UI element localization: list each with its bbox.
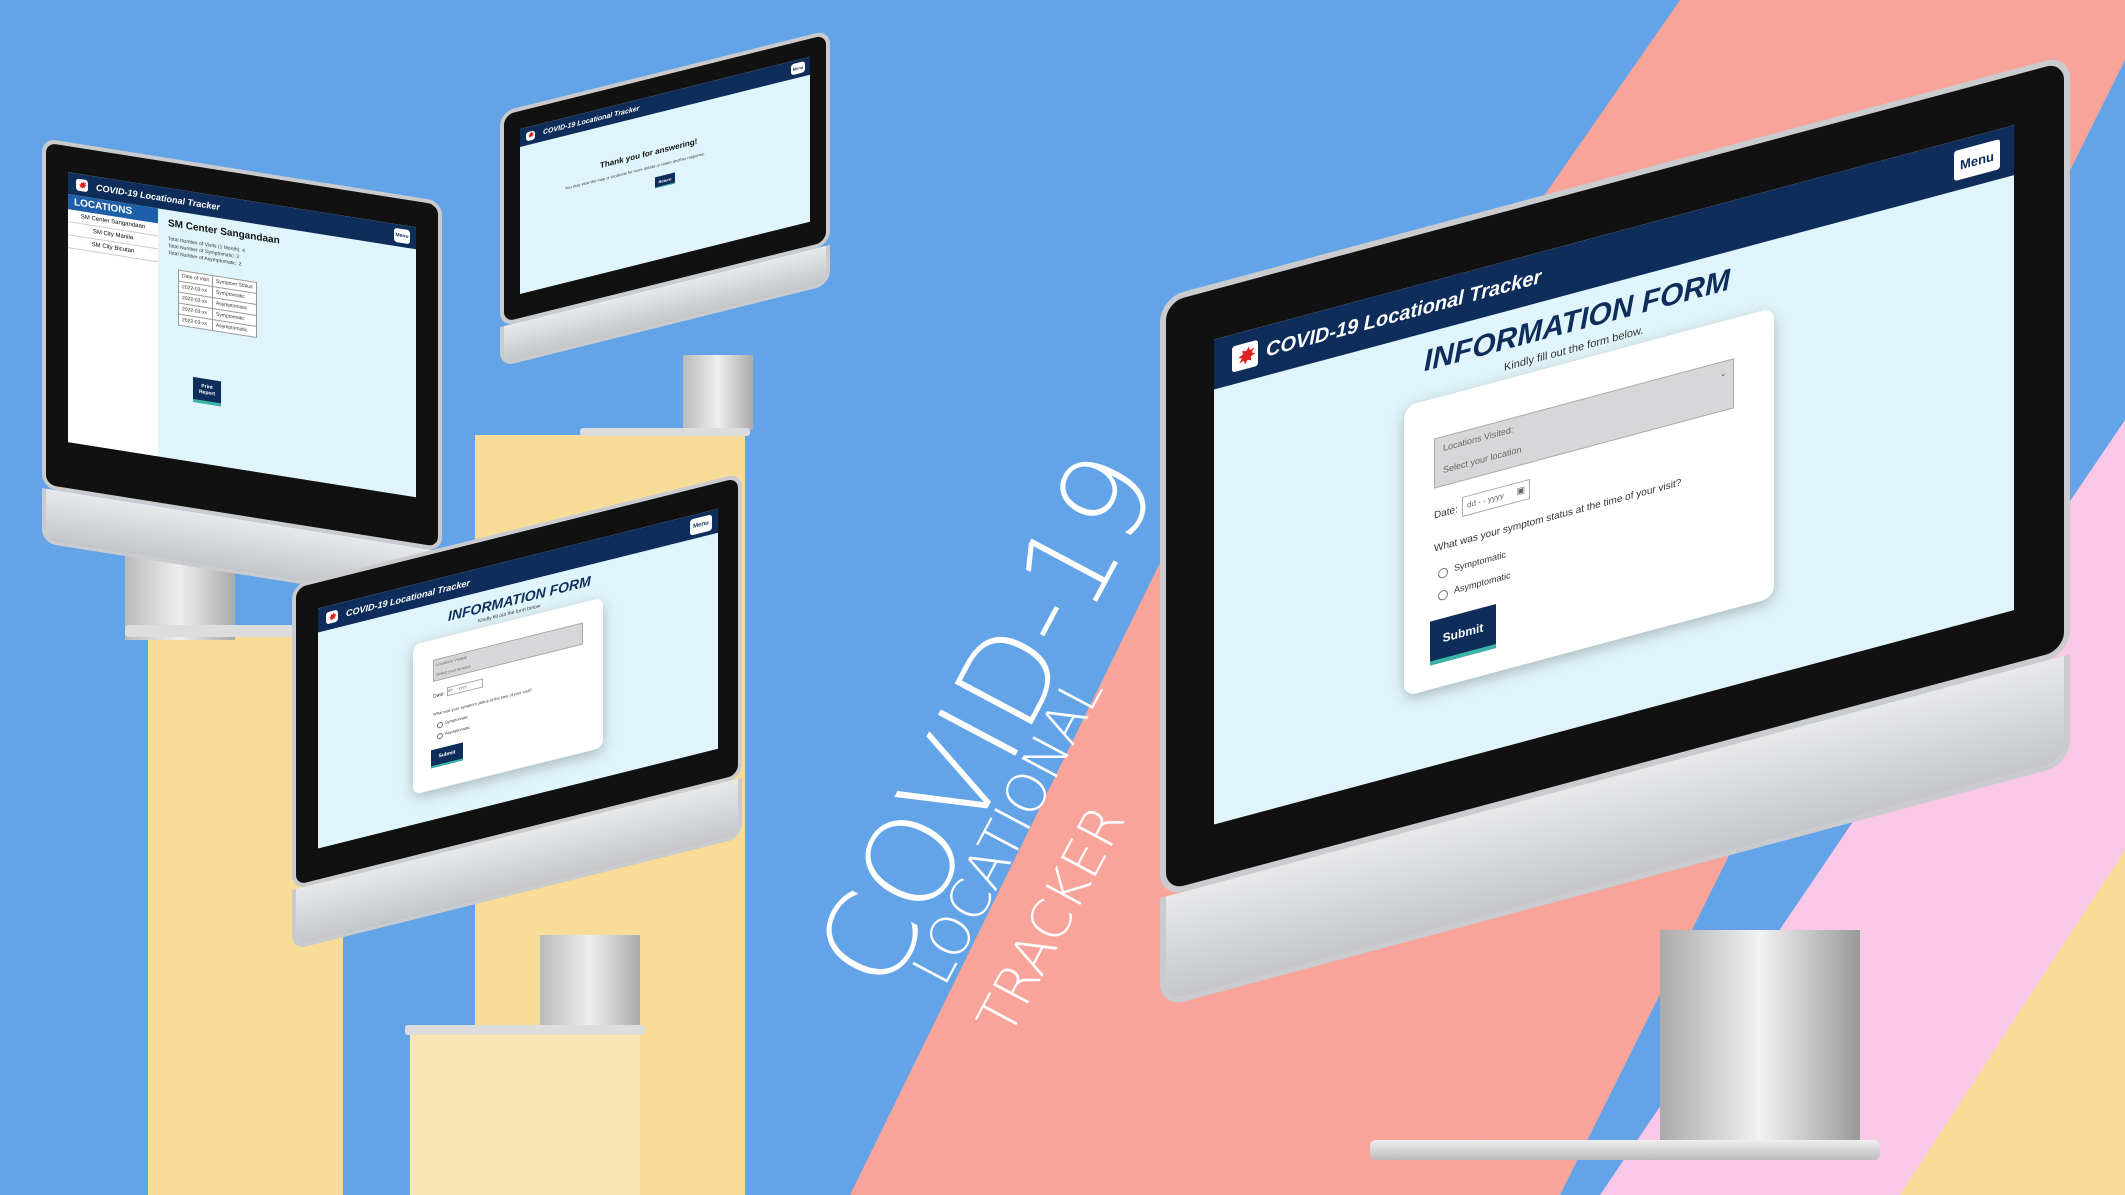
app-title: COVID-19 Locational Tracker [543, 104, 640, 136]
calendar-icon: ▣ [1516, 484, 1525, 497]
pedestal-front [410, 1030, 640, 1195]
stand-monitor-large-form [1660, 930, 1860, 1145]
radio-symptomatic[interactable] [1438, 566, 1448, 580]
app-logo-icon: ✸ [326, 609, 338, 625]
symptom-question: What was your symptom status at the time… [1434, 477, 1682, 555]
app-logo-icon: ✸ [76, 178, 88, 193]
radio-asymptomatic[interactable] [1438, 588, 1448, 602]
stand-monitor-small-form [540, 935, 640, 1030]
radio-asymptomatic[interactable] [437, 732, 443, 740]
submit-button[interactable]: Submit [1430, 603, 1496, 666]
locations-select[interactable]: Locations Visited: Select your location [433, 622, 583, 682]
option-symptomatic: Symptomatic [445, 714, 469, 725]
monitor-locations-report: ✸ COVID-19 Locational Tracker Menu LOCAT… [42, 138, 442, 631]
submit-button[interactable]: Submit [431, 742, 463, 769]
visits-table: Date of Visit Symptom Status 2022-03-xx Sy… [178, 269, 257, 338]
radio-symptomatic[interactable] [437, 721, 443, 729]
print-report-button[interactable]: Print Report [193, 376, 221, 407]
menu-button[interactable]: Menu [394, 227, 410, 245]
locations-sidebar: LOCATIONS SM Center Sangandaan SM City M… [68, 194, 158, 457]
date-label: Date: [433, 690, 445, 700]
option-symptomatic: Symptomatic [1454, 549, 1507, 574]
date-input[interactable]: dd - - yyyy ▣ [1462, 478, 1530, 518]
stand-monitor-thankyou [683, 355, 753, 430]
form-card: Locations Visited: Select your location … [413, 597, 603, 795]
chevron-down-icon: ⌄ [1719, 367, 1727, 380]
date-input[interactable]: dd - - yyyy [447, 678, 483, 697]
menu-button[interactable]: Menu [690, 514, 712, 536]
return-button[interactable]: Return [655, 172, 675, 189]
option-asymptomatic: Asymptomatic [1454, 570, 1511, 596]
app-logo-icon: ✸ [526, 129, 535, 142]
menu-button[interactable]: Menu [791, 60, 805, 76]
date-label: Date: [1434, 504, 1458, 522]
app-logo-icon: ✸ [1232, 339, 1258, 373]
menu-button[interactable]: Menu [1954, 138, 2000, 182]
option-asymptomatic: Asymptomatic [445, 724, 471, 736]
locations-select[interactable]: Locations Visited: Select your location … [1434, 358, 1734, 489]
